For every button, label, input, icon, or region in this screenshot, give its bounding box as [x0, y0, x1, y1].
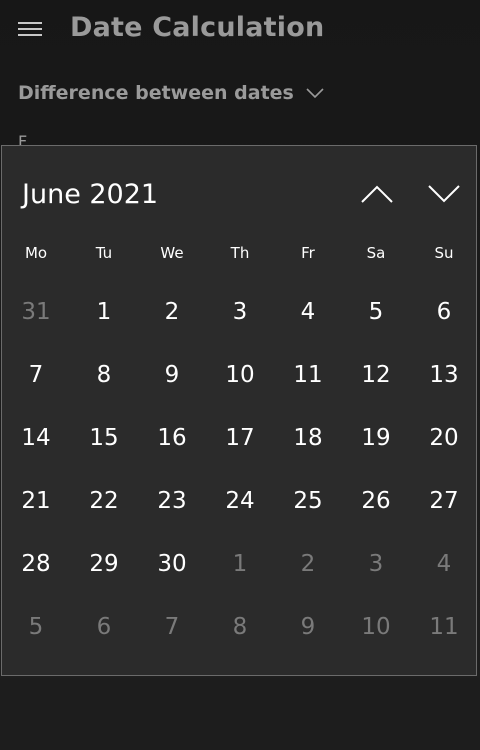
calendar-day-other-month[interactable]: 1 — [206, 533, 274, 596]
calendar-day[interactable]: 2 — [138, 281, 206, 344]
calendar-flyout: June 2021 Mo Tu We Th Fr Sa Su 31 1 2 3 4 5 6 7 8 9 10 11… — [1, 145, 477, 676]
top-bar: Date Calculation — [0, 0, 480, 60]
calendar-day[interactable]: 25 — [274, 470, 342, 533]
page-title: Date Calculation — [70, 12, 325, 43]
calculation-mode-dropdown[interactable]: Difference between dates — [18, 82, 324, 104]
hamburger-icon[interactable] — [18, 22, 42, 36]
calendar-day[interactable]: 17 — [206, 407, 274, 470]
calendar-day[interactable]: 14 — [2, 407, 70, 470]
calendar-day-other-month[interactable]: 31 — [2, 281, 70, 344]
calendar-day[interactable]: 18 — [274, 407, 342, 470]
calendar-day[interactable]: 27 — [410, 470, 478, 533]
bottom-area — [0, 678, 480, 750]
calendar-day[interactable]: 21 — [2, 470, 70, 533]
weekday-label: Sa — [366, 244, 386, 262]
calendar-month-label[interactable]: June 2021 — [22, 179, 158, 210]
calendar-day-other-month[interactable]: 10 — [342, 596, 410, 659]
calendar-day-other-month[interactable]: 8 — [206, 596, 274, 659]
weekday-label: Mo — [24, 244, 48, 262]
calendar-day[interactable]: 1 — [70, 281, 138, 344]
chevron-down-icon — [428, 185, 460, 203]
calendar-day-other-month[interactable]: 2 — [274, 533, 342, 596]
calendar-day[interactable]: 11 — [274, 344, 342, 407]
calendar-day-other-month[interactable]: 3 — [342, 533, 410, 596]
calendar-day[interactable]: 28 — [2, 533, 70, 596]
calendar-day-other-month[interactable]: 7 — [138, 596, 206, 659]
calendar-day[interactable]: 23 — [138, 470, 206, 533]
calendar-day[interactable]: 19 — [342, 407, 410, 470]
app-window: Date Calculation Difference between date… — [0, 0, 480, 750]
calendar-day[interactable]: 3 — [206, 281, 274, 344]
calendar-day[interactable]: 15 — [70, 407, 138, 470]
calendar-day-other-month[interactable]: 4 — [410, 533, 478, 596]
calendar-day[interactable]: 22 — [70, 470, 138, 533]
next-month-button[interactable] — [424, 178, 464, 210]
weekday-label: Su — [434, 244, 454, 262]
calendar-day[interactable]: 10 — [206, 344, 274, 407]
weekday-header-row: Mo Tu We Th Fr Sa Su — [2, 244, 476, 266]
calendar-day[interactable]: 9 — [138, 344, 206, 407]
calendar-day[interactable]: 8 — [70, 344, 138, 407]
calendar-day[interactable]: 29 — [70, 533, 138, 596]
weekday-label: We — [160, 244, 184, 262]
calendar-header: June 2021 — [2, 146, 476, 246]
calendar-day-other-month[interactable]: 6 — [70, 596, 138, 659]
calendar-day[interactable]: 13 — [410, 344, 478, 407]
calendar-day[interactable]: 5 — [342, 281, 410, 344]
calendar-day[interactable]: 16 — [138, 407, 206, 470]
calendar-day[interactable]: 26 — [342, 470, 410, 533]
calendar-day-other-month[interactable]: 5 — [2, 596, 70, 659]
calendar-day[interactable]: 4 — [274, 281, 342, 344]
weekday-label: Fr — [301, 244, 315, 262]
previous-month-button[interactable] — [357, 178, 397, 210]
calendar-day[interactable]: 6 — [410, 281, 478, 344]
calendar-day[interactable]: 12 — [342, 344, 410, 407]
calendar-day[interactable]: 24 — [206, 470, 274, 533]
calculation-mode-label: Difference between dates — [18, 82, 294, 104]
calendar-day[interactable]: 30 — [138, 533, 206, 596]
calendar-day-other-month[interactable]: 9 — [274, 596, 342, 659]
calendar-day-other-month[interactable]: 11 — [410, 596, 478, 659]
calendar-day[interactable]: 7 — [2, 344, 70, 407]
weekday-label: Tu — [95, 244, 113, 262]
chevron-up-icon — [361, 185, 393, 203]
weekday-label: Th — [230, 244, 250, 262]
chevron-down-icon — [306, 88, 324, 99]
calendar-day[interactable]: 20 — [410, 407, 478, 470]
